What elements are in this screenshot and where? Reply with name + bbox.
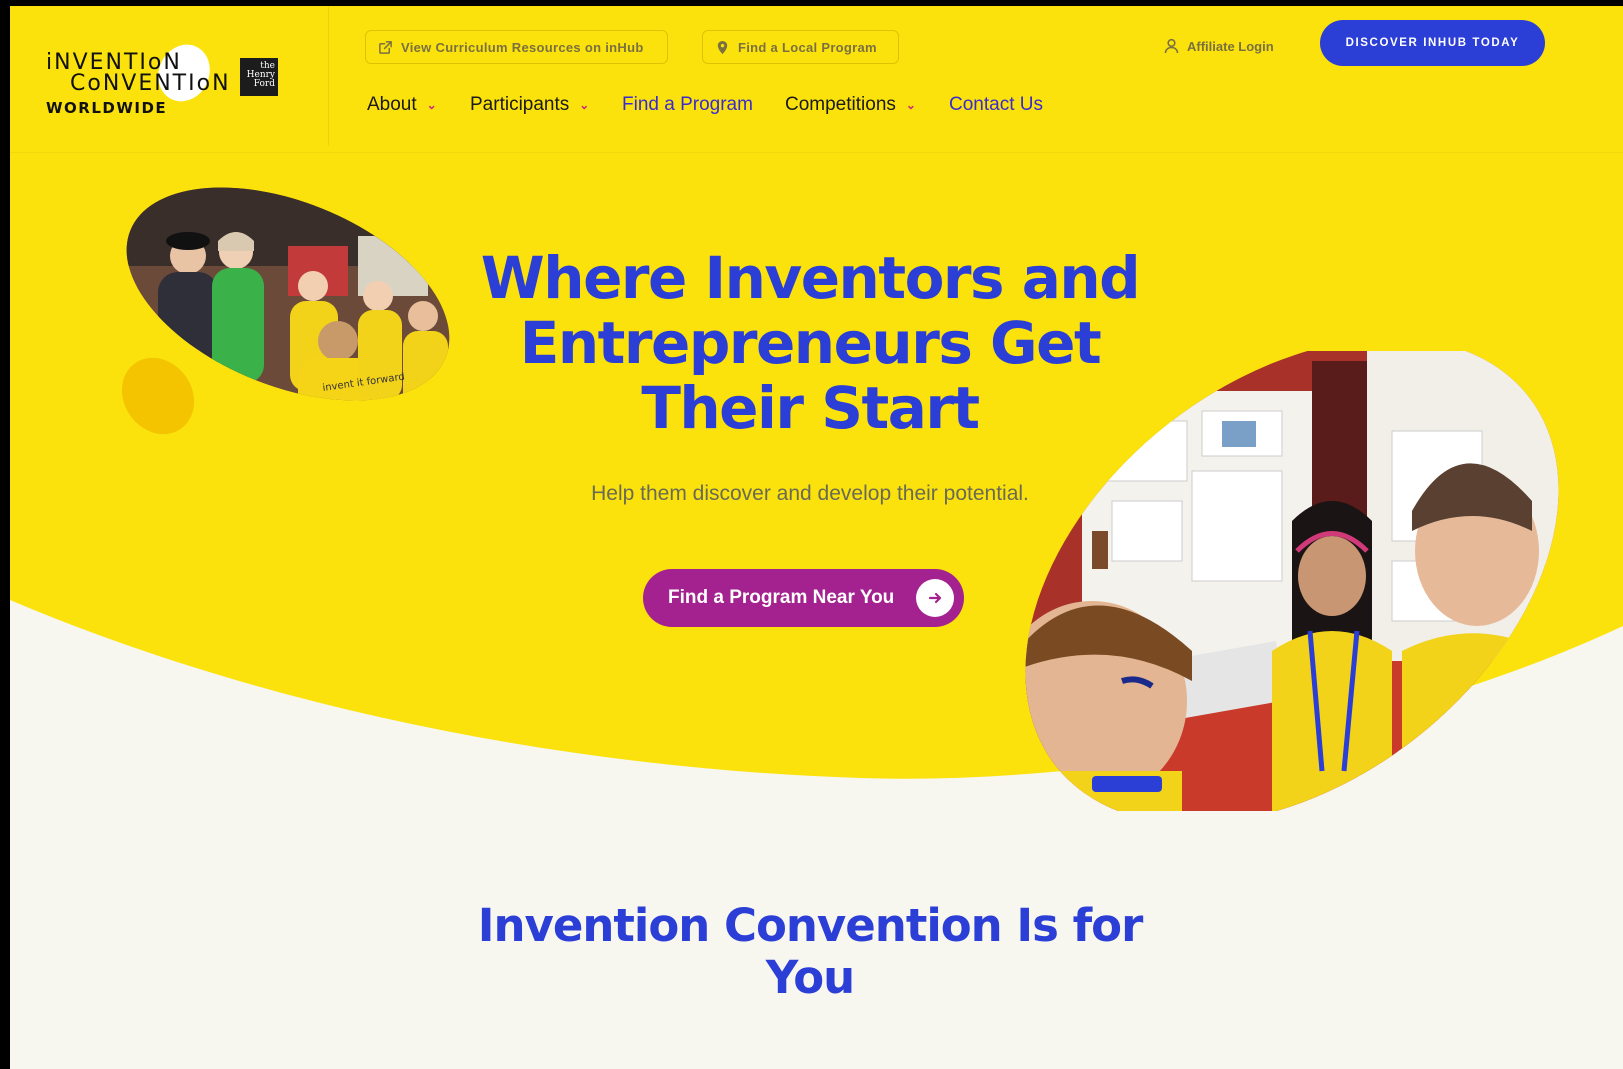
site-logo[interactable]: iNVENTIoN CoNVENTIoN WORLDWIDE the Henry… [46, 36, 296, 124]
logo-line-3: WORLDWIDE [46, 99, 168, 117]
hero-photo-right [992, 351, 1592, 811]
external-link-icon [379, 40, 392, 54]
logo-divider [328, 6, 329, 146]
discover-inhub-label: DISCOVER INHUB TODAY [1345, 37, 1520, 49]
hero-title-line-1: Where Inventors and [480, 244, 1141, 312]
local-program-link[interactable]: Find a Local Program [702, 30, 899, 64]
affiliate-login-link[interactable]: Affiliate Login [1164, 38, 1274, 54]
page: iNVENTIoN CoNVENTIoN WORLDWIDE the Henry… [10, 6, 1623, 1069]
nav-participants-label: Participants [470, 94, 570, 115]
find-program-near-you-button[interactable]: Find a Program Near You [643, 569, 964, 627]
section-title-line-1: Invention Convention Is for [477, 899, 1144, 952]
nav-competitions-label: Competitions [785, 94, 896, 115]
arrow-right-icon [916, 579, 954, 617]
chevron-down-icon: ⌄ [905, 98, 916, 112]
nav-about[interactable]: About ⌄ [367, 94, 437, 116]
nav-find-a-program[interactable]: Find a Program [622, 94, 753, 116]
hero-cta-label: Find a Program Near You [668, 587, 895, 608]
henry-ford-badge: the Henry Ford [240, 58, 278, 96]
nav-participants[interactable]: Participants ⌄ [470, 94, 589, 116]
chevron-down-icon: ⌄ [579, 98, 590, 112]
site-header: iNVENTIoN CoNVENTIoN WORLDWIDE the Henry… [10, 6, 1623, 152]
curriculum-resources-link[interactable]: View Curriculum Resources on inHub [365, 30, 668, 64]
nav-contact-us[interactable]: Contact Us [949, 94, 1043, 116]
hero-photo-left: invent it forward [118, 186, 458, 406]
nav-about-label: About [367, 94, 417, 115]
nav-contact-us-label: Contact Us [949, 94, 1043, 115]
local-program-label: Find a Local Program [738, 39, 877, 55]
user-icon [1164, 38, 1179, 54]
discover-inhub-button[interactable]: DISCOVER INHUB TODAY [1320, 20, 1545, 66]
header-divider [10, 152, 1623, 153]
curriculum-link-label: View Curriculum Resources on inHub [401, 39, 644, 55]
location-pin-icon [717, 40, 728, 54]
affiliate-login-label: Affiliate Login [1187, 38, 1274, 54]
nav-competitions[interactable]: Competitions ⌄ [785, 94, 916, 116]
section-title: Invention Convention Is for You [440, 900, 1180, 1004]
section-title-line-2: You [765, 951, 855, 1004]
logo-line-2: CoNVENTIoN [70, 71, 231, 96]
nav-find-a-program-label: Find a Program [622, 94, 753, 115]
chevron-down-icon: ⌄ [426, 98, 437, 112]
